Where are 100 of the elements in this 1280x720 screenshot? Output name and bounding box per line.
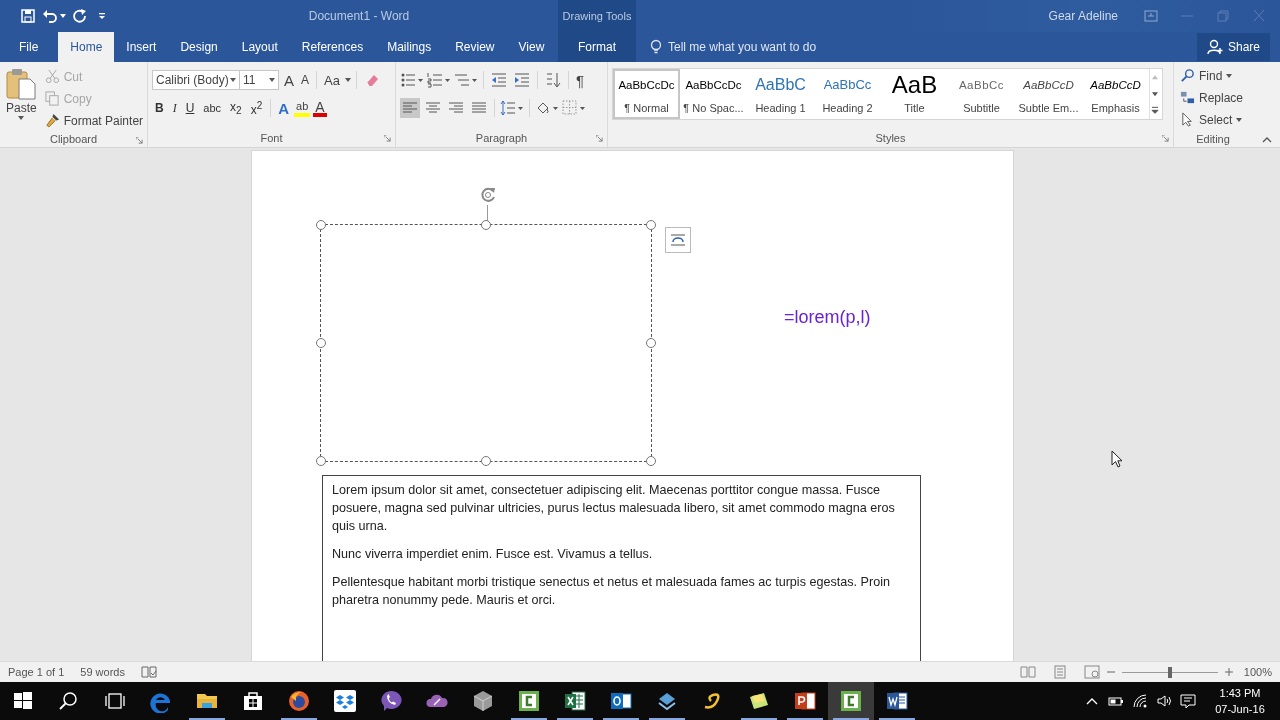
text-effects-button[interactable]: A xyxy=(276,97,292,119)
lightbulb-icon xyxy=(650,39,662,55)
word-count[interactable]: 59 words xyxy=(80,666,125,678)
globe-icon xyxy=(287,689,311,713)
pointer-icon xyxy=(1180,112,1195,127)
notifications-icon[interactable] xyxy=(1180,693,1196,709)
ribbon-tab[interactable]: Home xyxy=(58,32,115,62)
ribbon-tab[interactable]: Format xyxy=(558,32,636,62)
dialog-launcher-icon[interactable] xyxy=(1162,135,1169,142)
context-group-label: Drawing Tools xyxy=(558,0,636,32)
style-preview: AaBbC xyxy=(755,75,806,95)
copy-icon xyxy=(44,91,60,106)
style-item[interactable]: AaBbCc Heading 2 xyxy=(814,69,881,119)
dialog-launcher-icon[interactable] xyxy=(136,137,143,144)
proofing-icon[interactable] xyxy=(140,665,157,679)
open-box-icon xyxy=(333,689,357,713)
select-button[interactable]: Select xyxy=(1178,109,1248,130)
style-item[interactable]: AaB Title xyxy=(881,69,948,119)
phone-bubble-icon xyxy=(379,689,403,713)
dialog-launcher-icon[interactable] xyxy=(596,135,603,142)
shading-icon[interactable] xyxy=(535,100,559,116)
ribbon-tab[interactable]: File xyxy=(8,32,51,62)
clock[interactable]: 1:43 PM 07-Jun-16 xyxy=(1200,682,1280,720)
sort-icon[interactable] xyxy=(545,72,561,88)
wifi-icon[interactable] xyxy=(1132,693,1148,709)
format-painter-button[interactable]: Format Painter xyxy=(42,110,146,131)
caret-icon xyxy=(269,78,275,82)
tell-me-field[interactable]: Tell me what you want to do xyxy=(668,40,868,54)
show-marks-button[interactable]: ¶ xyxy=(574,69,587,91)
share-button[interactable]: Share xyxy=(1196,33,1270,61)
style-item[interactable]: AaBbCcDc ¶ Normal xyxy=(613,69,680,119)
web-layout-icon[interactable] xyxy=(1083,665,1100,679)
ribbon-tab[interactable]: References xyxy=(289,32,376,62)
redo-icon[interactable] xyxy=(72,8,88,24)
format-button[interactable]: x$^{2}$ xyxy=(247,97,266,119)
volume-icon[interactable] xyxy=(1156,693,1172,709)
taskbar-button[interactable] xyxy=(828,682,874,720)
bullets-icon[interactable] xyxy=(400,72,424,88)
decrease-indent-icon[interactable] xyxy=(491,72,507,88)
ribbon-tab[interactable]: Insert xyxy=(114,32,169,62)
multilevel-list-icon[interactable] xyxy=(454,72,478,88)
zoom-level[interactable]: 100% xyxy=(1243,666,1272,678)
format-button[interactable]: U xyxy=(182,97,198,119)
grow-font-button[interactable]: A xyxy=(282,69,296,91)
collapse-ribbon-icon[interactable] xyxy=(1262,137,1272,143)
style-name: Subtitle xyxy=(963,102,1000,114)
ribbon-tab[interactable]: Review xyxy=(443,32,507,62)
layout-options-icon[interactable] xyxy=(665,227,691,253)
ribbon-tab[interactable]: Mailings xyxy=(375,32,444,62)
style-item[interactable]: AaBbCc Subtitle xyxy=(948,69,1015,119)
page-count[interactable]: Page 1 of 1 xyxy=(8,666,65,678)
shrink-font-button[interactable]: A xyxy=(299,69,312,91)
font-name-dropdown[interactable]: Calibri (Body) xyxy=(152,70,240,90)
rotate-handle-icon[interactable] xyxy=(478,185,498,205)
paintbrush-icon xyxy=(44,113,60,128)
group-label: Editing xyxy=(1196,132,1230,145)
style-preview: AaBbCc xyxy=(958,78,1005,93)
user-name[interactable]: Gear Adeline xyxy=(1048,9,1118,23)
style-item[interactable]: AaBbC Heading 1 xyxy=(747,69,814,119)
numbering-icon[interactable] xyxy=(427,72,451,88)
style-preview: AaBbCcDc xyxy=(685,78,742,93)
style-item[interactable]: AaBbCcD Subtle Em... xyxy=(1015,69,1082,119)
clock-time: 1:43 PM xyxy=(1219,686,1261,701)
zoom-slider-thumb[interactable] xyxy=(1167,666,1172,678)
replace-button[interactable]: Replace xyxy=(1178,87,1248,108)
undo-icon[interactable] xyxy=(42,8,58,24)
style-item[interactable]: AaBbCcD Emphasis xyxy=(1082,69,1149,119)
font-color-button[interactable]: A xyxy=(313,99,327,117)
scissors-icon xyxy=(44,69,60,84)
group-label: Styles xyxy=(875,132,906,144)
formula-text: =lorem(p,l) xyxy=(784,307,871,328)
find-button[interactable]: Find xyxy=(1178,65,1248,86)
format-button[interactable]: I xyxy=(169,97,180,119)
clock-date: 07-Jun-16 xyxy=(1215,702,1265,717)
line-spacing-icon[interactable] xyxy=(500,100,524,116)
dialog-launcher-icon[interactable] xyxy=(384,135,391,142)
increase-indent-icon[interactable] xyxy=(514,72,530,88)
format-button[interactable]: abc xyxy=(200,97,225,119)
borders-icon[interactable] xyxy=(562,100,586,116)
style-name: ¶ Normal xyxy=(624,102,669,114)
recorder-app-icon xyxy=(839,689,863,713)
save-icon[interactable] xyxy=(20,8,36,24)
caret-icon xyxy=(18,116,25,120)
ribbon-tab[interactable]: View xyxy=(506,32,557,62)
format-button[interactable]: x$_{2}$ xyxy=(227,97,245,119)
highlight-button[interactable]: ab xyxy=(294,99,311,117)
format-button[interactable]: B xyxy=(152,97,167,119)
paragraph-text: Lorem ipsum dolor sit amet, consectetuer adipiscing elit. Maecenas porttitor congue massa. Fusce posuere, magna sed pulvinar ultricies, purus lectus malesuada libero, sit amet commodo magna eros quis urna. xyxy=(332,482,896,535)
paste-button[interactable]: Paste xyxy=(4,66,39,131)
presentation-icon xyxy=(793,689,817,713)
font-size-dropdown[interactable]: 11 xyxy=(239,70,279,90)
ribbon-tab[interactable]: Design xyxy=(168,32,230,62)
zoom-in-icon[interactable] xyxy=(1223,667,1234,677)
ribbon-tab[interactable]: Layout xyxy=(229,32,290,62)
group-label: Font xyxy=(260,132,283,144)
caret-icon[interactable] xyxy=(60,14,66,18)
style-name: Heading 2 xyxy=(822,102,873,114)
change-case-button[interactable]: Aa xyxy=(322,69,342,91)
style-item[interactable]: AaBbCcDc ¶ No Spac... xyxy=(680,69,747,119)
style-preview: AaBbCcD xyxy=(1090,78,1141,93)
